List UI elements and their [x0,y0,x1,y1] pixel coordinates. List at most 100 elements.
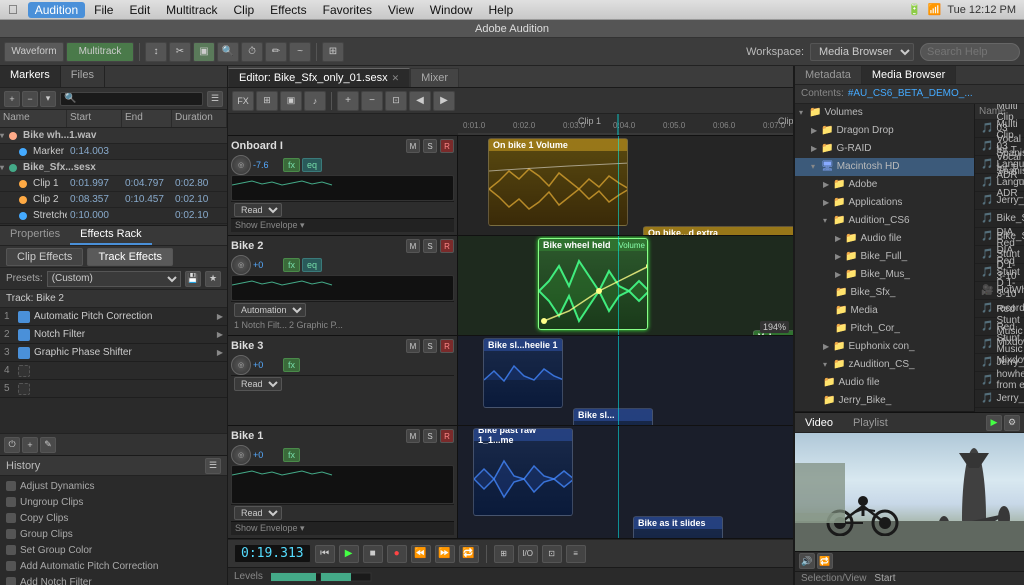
menu-effects[interactable]: Effects [263,2,313,18]
track-content-onboard[interactable]: On bike 1 Volume On b [458,136,793,235]
presets-select[interactable]: (Custom) [47,271,181,287]
track-eq-button[interactable]: eq [302,258,322,272]
volume-knob[interactable]: ◎ [231,445,251,465]
audio-clip[interactable]: On bike 1 Volume [488,138,628,226]
file-item[interactable]: 🎵 DIA Red Stunt D 1-3-10 [975,264,1024,282]
tab-close-icon[interactable]: ✕ [392,73,400,84]
menu-help[interactable]: Help [481,2,520,18]
transport-back-btn[interactable]: ⏪ [411,545,431,563]
tree-item-bikemus[interactable]: ▶ 📁 Bike_Mus_ [795,266,974,284]
tab-properties[interactable]: Properties [0,226,70,245]
volume-knob[interactable]: ◎ [231,355,251,375]
tab-editor-main[interactable]: Editor: Bike_Sfx_only_01.sesx ✕ [228,68,410,87]
mix-btn[interactable]: ⊞ [256,91,278,111]
tab-files[interactable]: Files [61,66,105,87]
multitrack-btn[interactable]: Multitrack [66,42,134,62]
audio-clip[interactable]: Bike sl... [573,408,653,425]
file-item[interactable]: 🎵 Spanish Language ADR_I... [975,174,1024,192]
history-item[interactable]: Copy Clips [0,510,227,526]
tree-item-macintosh[interactable]: ▾ 🖥 Macintosh HD [795,158,974,176]
tree-item-euphonix[interactable]: ▶ 📁 Euphonix con_ [795,338,974,356]
tree-item-pitch[interactable]: 📁 Pitch_Cor_ [795,320,974,338]
list-item[interactable]: Marker 01 0:14.003 [0,144,227,160]
effect-item-2[interactable]: 2 Notch Filter ▶ [0,326,227,344]
track-mute-btn[interactable]: M [406,239,420,253]
zoom-out-btn[interactable]: − [361,91,383,111]
tab-metadata[interactable]: Metadata [795,66,862,84]
transport-io-btn[interactable]: I/O [518,545,538,563]
list-item[interactable]: Stretched 1 0:10.000 0:02.10 [0,208,227,224]
tool-fade[interactable]: ~ [289,42,311,62]
video-volume-btn[interactable]: 🔊 [799,553,815,569]
track-record-btn[interactable]: R [440,339,454,353]
transport-meters-btn[interactable]: ≡ [566,545,586,563]
tree-item-volumes[interactable]: ▾ 📁 Volumes [795,104,974,122]
effect-item-1[interactable]: 1 Automatic Pitch Correction ▶ [0,308,227,326]
transport-snap-btn[interactable]: ⊞ [494,545,514,563]
track-fx-button[interactable]: fx [283,448,300,462]
track-read-select[interactable]: Read [234,506,282,520]
tree-item-jerrybike[interactable]: 📁 Jerry_Bike_ [795,392,974,410]
history-item[interactable]: Adjust Dynamics [0,478,227,494]
markers-options-btn[interactable]: ☰ [207,91,223,107]
effect-item-3[interactable]: 3 Graphic Phase Shifter ▶ [0,344,227,362]
track-content-bike3[interactable]: Bike sl...heelie 1 Bike sl... [458,336,793,425]
track-fx-button[interactable]: fx [283,358,300,372]
search-input[interactable] [920,43,1020,61]
zoom-in-btn[interactable]: + [337,91,359,111]
track-mute-btn[interactable]: M [406,339,420,353]
audio-clip[interactable]: On bike...d extra [643,226,793,235]
list-item[interactable]: Clip 2 0:08.357 0:10.457 0:02.10 [0,192,227,208]
file-item[interactable]: 🎵 howheels_redd from er... [975,372,1024,390]
menu-view[interactable]: View [381,2,421,18]
tool-time[interactable]: ⏱ [241,42,263,62]
tool-move[interactable]: ↕ [145,42,167,62]
effect-add-btn[interactable]: + [22,437,38,453]
file-item[interactable]: 🎵 Bike_Sfx_only_mixdown [975,210,1024,228]
tree-item-zaudition[interactable]: ▾ 📁 zAudition_CS_ [795,356,974,374]
track-record-btn[interactable]: R [440,239,454,253]
file-item[interactable]: 🎵 Jerry_Bike [975,390,1024,408]
tree-item-bikefull[interactable]: ▶ 📁 Bike_Full_ [795,248,974,266]
history-item[interactable]: Add Automatic Pitch Correction [0,558,227,574]
tab-mixer[interactable]: Mixer [410,68,459,87]
transport-fwd-btn[interactable]: ⏩ [435,545,455,563]
show-envelope-btn[interactable]: Show Envelope ▾ [231,218,454,232]
transport-rewind-btn[interactable]: ⏮ [315,545,335,563]
tree-item-dragondrop[interactable]: ▶ 📁 Dragon Drop [795,122,974,140]
tree-item-bikesfx[interactable]: 📁 Bike_Sfx_ [795,284,974,302]
track-content-bike2[interactable]: Bike wheel held [458,236,793,335]
effect-item-4[interactable]: 4 [0,362,227,380]
menu-clip[interactable]: Clip [227,2,262,18]
track-solo-btn[interactable]: S [423,429,437,443]
audio-clip[interactable]: Bike as it slides [633,516,723,538]
list-item[interactable]: ▾ Bike wh...1.wav [0,128,227,144]
menu-favorites[interactable]: Favorites [316,2,379,18]
transport-record-btn[interactable]: ● [387,545,407,563]
fx-btn[interactable]: FX [232,91,254,111]
menu-edit[interactable]: Edit [122,2,157,18]
track-mute-btn[interactable]: M [406,429,420,443]
history-item[interactable]: Add Notch Filter [0,574,227,585]
effect-power-btn[interactable]: ⏻ [4,437,20,453]
list-item[interactable]: ▾ Bike_Sfx...sesx [0,160,227,176]
tree-item-media[interactable]: 📁 Media [795,302,974,320]
file-item[interactable]: 🎵 Jerry_B...II_Mix_02_Auto_Spe [975,192,1024,210]
transport-stop-btn[interactable]: ■ [363,545,383,563]
menu-window[interactable]: Window [423,2,480,18]
video-settings-btn[interactable]: ⚙ [1004,415,1020,431]
scroll-right-btn[interactable]: ▶ [433,91,455,111]
tree-item-audio[interactable]: ▶ 📁 Audio file [795,230,974,248]
list-item[interactable]: Clip 1 0:01.997 0:04.797 0:02.80 [0,176,227,192]
volume-knob[interactable]: ◎ [231,155,251,175]
show-envelope-btn[interactable]: Show Envelope ▾ [231,521,454,535]
history-menu-btn[interactable]: ☰ [205,458,221,474]
clip-btn[interactable]: ▣ [280,91,302,111]
track-automation-select[interactable]: Automation [234,303,306,317]
track-read-select[interactable]: Read [234,203,282,217]
track-solo-btn[interactable]: S [423,339,437,353]
history-item[interactable]: Group Clips [0,526,227,542]
add-marker-btn[interactable]: + [4,91,20,107]
audio-clip[interactable]: Bike past raw 1_1...me [473,428,573,516]
track-solo-btn[interactable]: S [423,139,437,153]
